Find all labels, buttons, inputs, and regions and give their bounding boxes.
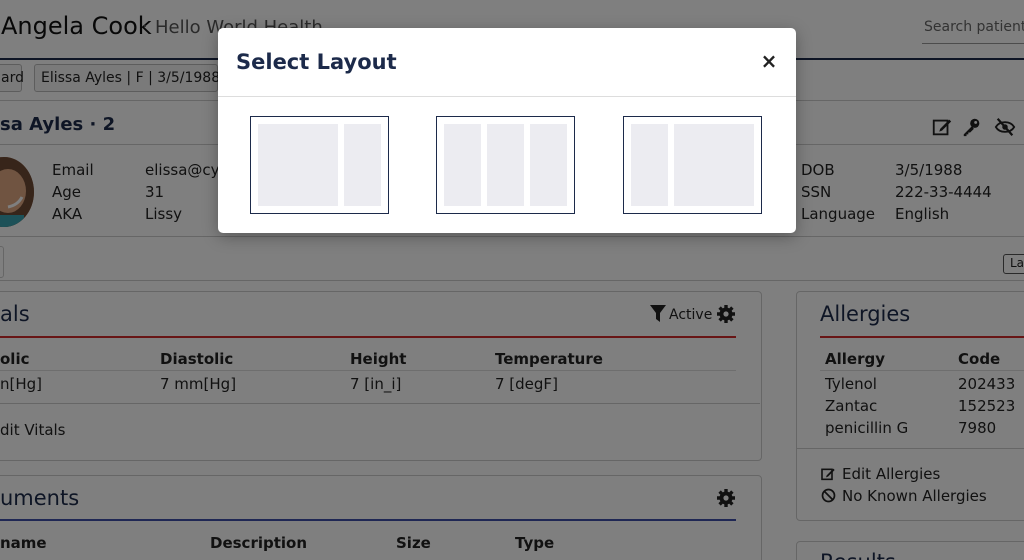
modal-title: Select Layout [236, 50, 397, 74]
layout-column [444, 124, 481, 206]
layout-column [344, 124, 381, 206]
layout-column [487, 124, 524, 206]
layout-option-wide-narrow[interactable] [250, 116, 389, 214]
layout-column [258, 124, 338, 206]
layout-column [530, 124, 567, 206]
layout-column [631, 124, 668, 206]
layout-option-three-equal[interactable] [436, 116, 575, 214]
close-icon[interactable]: × [758, 50, 780, 72]
layout-option-narrow-wide[interactable] [623, 116, 762, 214]
modal-header: Select Layout × [218, 28, 796, 97]
layout-column [674, 124, 754, 206]
select-layout-modal: Select Layout × [218, 28, 796, 233]
